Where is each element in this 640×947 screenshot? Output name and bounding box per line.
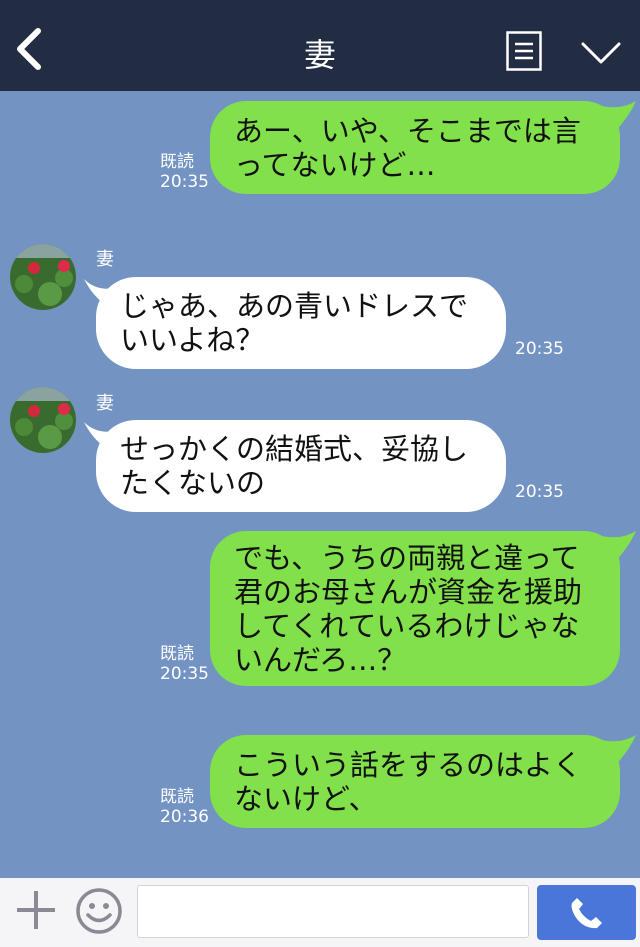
message-text: こういう話をするのはよくないけど、 bbox=[234, 747, 583, 816]
message-input[interactable] bbox=[137, 885, 529, 938]
incoming-message[interactable]: せっかくの結婚式、妥協したくないの bbox=[96, 420, 506, 512]
chat-area[interactable]: 既読 20:35 あー、いや、そこまでは言ってないけど… 妻 じゃあ、あの青いド… bbox=[0, 91, 640, 878]
message-text: せっかくの結婚式、妥協したくないの bbox=[120, 432, 469, 500]
chat-header: 妻 bbox=[0, 0, 640, 91]
call-button[interactable] bbox=[537, 885, 636, 940]
menu-icon[interactable] bbox=[506, 31, 542, 71]
read-receipt: 既読 20:35 bbox=[160, 644, 209, 684]
bubble-tail bbox=[598, 735, 636, 771]
chevron-down-icon[interactable] bbox=[580, 40, 622, 66]
outgoing-message[interactable]: こういう話をするのはよくないけど、 bbox=[210, 735, 620, 828]
chat-title: 妻 bbox=[303, 36, 336, 74]
avatar[interactable] bbox=[10, 244, 76, 310]
message-time: 20:35 bbox=[515, 482, 564, 502]
message-time: 20:35 bbox=[515, 339, 564, 359]
phone-icon bbox=[571, 898, 602, 929]
emoji-icon[interactable] bbox=[74, 886, 124, 936]
bubble-tail bbox=[598, 531, 636, 567]
sender-name: 妻 bbox=[96, 393, 114, 414]
sender-name: 妻 bbox=[96, 249, 114, 270]
outgoing-message[interactable]: あー、いや、そこまでは言ってないけど… bbox=[210, 101, 620, 194]
read-receipt: 既読 20:36 bbox=[160, 787, 209, 827]
outgoing-message[interactable]: でも、うちの両親と違って君のお母さんが資金を援助してくれているわけじゃないんだろ… bbox=[210, 531, 620, 686]
message-text: あー、いや、そこまでは言ってないけど… bbox=[234, 113, 581, 182]
message-text: でも、うちの両親と違って君のお母さんが資金を援助してくれているわけじゃないんだろ… bbox=[234, 540, 583, 677]
bubble-tail bbox=[598, 101, 636, 137]
message-text: じゃあ、あの青いドレスでいいよね？ bbox=[120, 289, 469, 357]
incoming-message[interactable]: じゃあ、あの青いドレスでいいよね？ bbox=[96, 277, 506, 369]
read-receipt: 既読 20:35 bbox=[160, 152, 209, 192]
avatar[interactable] bbox=[10, 387, 76, 453]
plus-icon[interactable] bbox=[14, 888, 58, 932]
